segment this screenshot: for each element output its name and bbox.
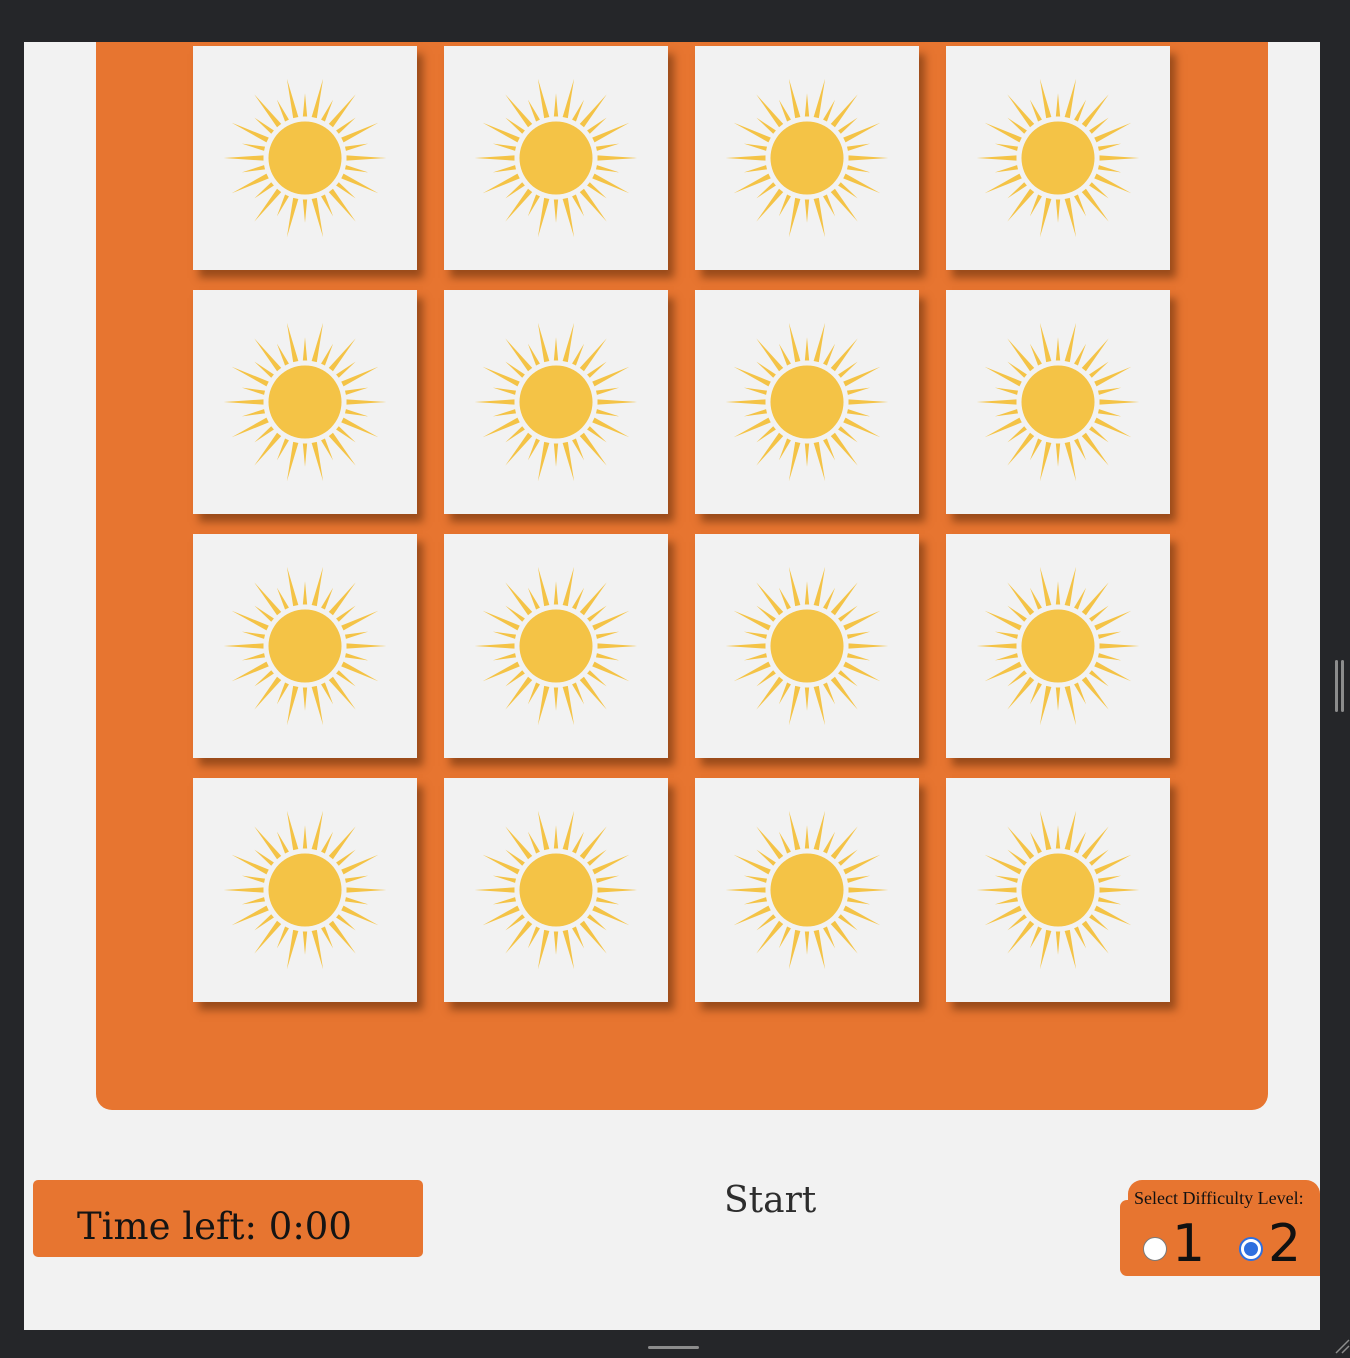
memory-card[interactable] (444, 534, 668, 758)
sun-icon (223, 78, 387, 238)
start-button[interactable]: Start (724, 1180, 816, 1221)
sun-icon (223, 810, 387, 970)
sun-icon (976, 810, 1140, 970)
time-left-label: Time left: 0:00 (77, 1205, 352, 1248)
sun-icon (976, 566, 1140, 726)
sun-icon (474, 810, 638, 970)
side-panel-resize-handle[interactable] (1335, 660, 1345, 712)
resize-grip-icon[interactable] (1330, 1334, 1350, 1354)
memory-card[interactable] (946, 290, 1170, 514)
memory-card[interactable] (695, 778, 919, 1002)
memory-card[interactable] (695, 46, 919, 270)
game-page: Time left: 0:00 Start Select Difficulty … (24, 42, 1320, 1330)
memory-card[interactable] (193, 290, 417, 514)
memory-card[interactable] (946, 778, 1170, 1002)
difficulty-radio-2[interactable] (1239, 1237, 1263, 1261)
difficulty-radio-1[interactable] (1143, 1237, 1167, 1261)
sun-icon (474, 566, 638, 726)
memory-card[interactable] (193, 46, 417, 270)
sun-icon (223, 566, 387, 726)
timer-panel: Time left: 0:00 (33, 1180, 423, 1257)
memory-card[interactable] (444, 46, 668, 270)
difficulty-title: Select Difficulty Level: (1134, 1188, 1304, 1208)
sun-icon (474, 322, 638, 482)
memory-card[interactable] (193, 778, 417, 1002)
sun-icon (976, 78, 1140, 238)
memory-card[interactable] (946, 46, 1170, 270)
game-board (96, 42, 1268, 1110)
bottom-panel-resize-handle[interactable] (648, 1346, 699, 1349)
sun-icon (725, 810, 889, 970)
sun-icon (223, 322, 387, 482)
difficulty-label-2: 2 (1268, 1214, 1302, 1274)
sun-icon (976, 322, 1140, 482)
memory-card[interactable] (695, 534, 919, 758)
sun-icon (474, 78, 638, 238)
sun-icon (725, 78, 889, 238)
sun-icon (725, 566, 889, 726)
memory-card[interactable] (695, 290, 919, 514)
memory-card[interactable] (444, 290, 668, 514)
sun-icon (725, 322, 889, 482)
memory-card[interactable] (193, 534, 417, 758)
memory-card[interactable] (444, 778, 668, 1002)
memory-card[interactable] (946, 534, 1170, 758)
difficulty-label-1: 1 (1172, 1214, 1206, 1274)
difficulty-selector: Select Difficulty Level: 1 2 (1120, 1180, 1320, 1276)
